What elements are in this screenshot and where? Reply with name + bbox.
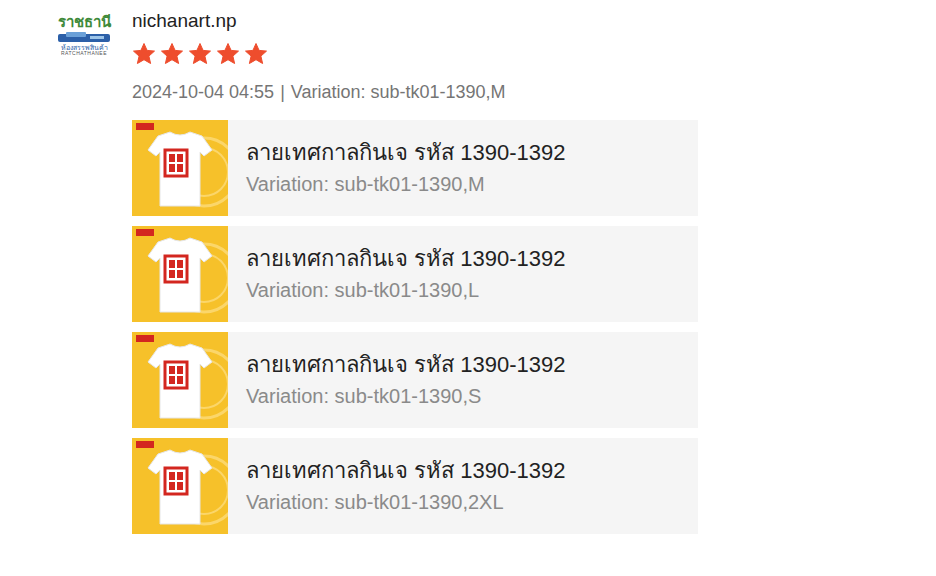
- product-info: ลายเทศกาลกินเจ รหัส 1390-1392 Variation: …: [228, 139, 577, 197]
- product-info: ลายเทศกาลกินเจ รหัส 1390-1392 Variation: …: [228, 245, 577, 303]
- review-body: nichanart.np2024-10-04 04:55|Variation: …: [132, 8, 698, 534]
- product-info: ลายเทศกาลกินเจ รหัส 1390-1392 Variation: …: [228, 457, 577, 515]
- review-date: 2024-10-04 04:55: [132, 80, 274, 104]
- product-thumbnail: [132, 120, 228, 216]
- product-card[interactable]: ลายเทศกาลกินเจ รหัส 1390-1392 Variation: …: [132, 226, 698, 322]
- star-rating: [132, 42, 698, 66]
- review: ราชธานีห้องสรรพสินค้าRATCHATHANEE nichana…: [0, 0, 936, 576]
- shop-logo: ราชธานีห้องสรรพสินค้าRATCHATHANEE: [50, 8, 118, 56]
- product-title: ลายเทศกาลกินเจ รหัส 1390-1392: [246, 457, 565, 485]
- product-info: ลายเทศกาลกินเจ รหัส 1390-1392 Variation: …: [228, 351, 577, 409]
- product-list: ลายเทศกาลกินเจ รหัส 1390-1392 Variation: …: [132, 120, 698, 534]
- product-title: ลายเทศกาลกินเจ รหัส 1390-1392: [246, 139, 565, 167]
- product-card[interactable]: ลายเทศกาลกินเจ รหัส 1390-1392 Variation: …: [132, 438, 698, 534]
- star-icon: [132, 42, 156, 66]
- logo-title: ราชธานี: [58, 14, 111, 30]
- logo-subtitle: ห้องสรรพสินค้า: [61, 44, 108, 51]
- star-icon: [160, 42, 184, 66]
- product-card[interactable]: ลายเทศกาลกินเจ รหัส 1390-1392 Variation: …: [132, 120, 698, 216]
- product-title: ลายเทศกาลกินเจ รหัส 1390-1392: [246, 351, 565, 379]
- logo-caption: RATCHATHANEE: [61, 51, 107, 56]
- building-icon: [56, 31, 112, 43]
- product-variation: Variation: sub-tk01-1390,L: [246, 277, 565, 303]
- star-icon: [188, 42, 212, 66]
- product-thumbnail: [132, 332, 228, 428]
- review-meta: 2024-10-04 04:55|Variation: sub-tk01-139…: [132, 80, 698, 104]
- star-icon: [216, 42, 240, 66]
- product-variation: Variation: sub-tk01-1390,2XL: [246, 489, 565, 515]
- meta-separator: |: [280, 80, 285, 104]
- product-variation: Variation: sub-tk01-1390,M: [246, 171, 565, 197]
- product-thumbnail: [132, 438, 228, 534]
- product-variation: Variation: sub-tk01-1390,S: [246, 383, 565, 409]
- review-variation: Variation: sub-tk01-1390,M: [291, 80, 506, 104]
- product-card[interactable]: ลายเทศกาลกินเจ รหัส 1390-1392 Variation: …: [132, 332, 698, 428]
- star-icon: [244, 42, 268, 66]
- product-thumbnail: [132, 226, 228, 322]
- username: nichanart.np: [132, 8, 698, 34]
- product-title: ลายเทศกาลกินเจ รหัส 1390-1392: [246, 245, 565, 273]
